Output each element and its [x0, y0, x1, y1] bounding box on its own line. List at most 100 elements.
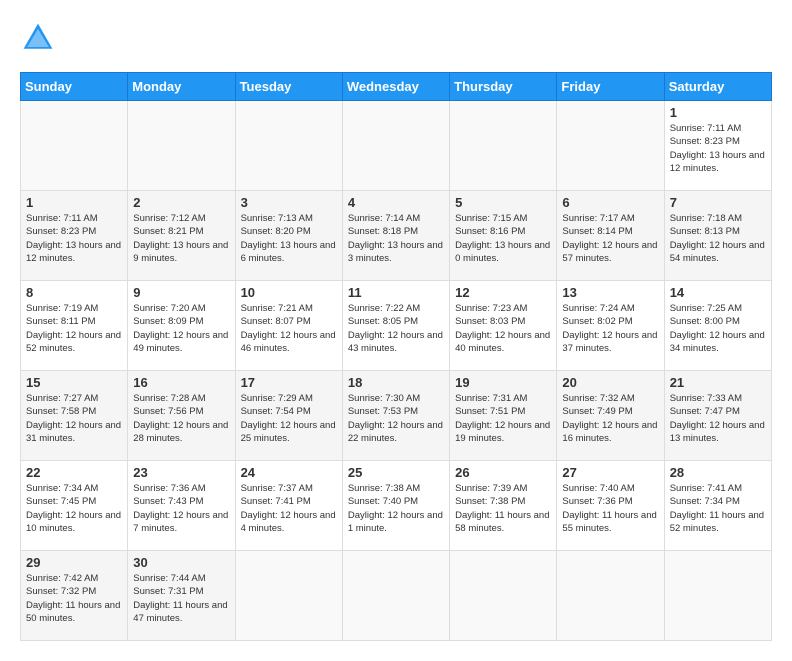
col-saturday: Saturday — [664, 73, 771, 101]
sunset: Sunset: 7:49 PM — [562, 406, 632, 417]
daylight: Daylight: 13 hours and 9 minutes. — [133, 240, 228, 264]
logo — [20, 20, 62, 56]
day-info: Sunrise: 7:23 AM Sunset: 8:03 PM Dayligh… — [455, 302, 551, 355]
calendar-cell: 10 Sunrise: 7:21 AM Sunset: 8:07 PM Dayl… — [235, 281, 342, 371]
logo-icon — [20, 20, 56, 56]
sunrise: Sunrise: 7:41 AM — [670, 483, 742, 494]
day-info: Sunrise: 7:28 AM Sunset: 7:56 PM Dayligh… — [133, 392, 229, 445]
day-number: 28 — [670, 465, 766, 480]
day-number: 25 — [348, 465, 444, 480]
day-info: Sunrise: 7:42 AM Sunset: 7:32 PM Dayligh… — [26, 572, 122, 625]
day-number: 20 — [562, 375, 658, 390]
calendar-cell: 11 Sunrise: 7:22 AM Sunset: 8:05 PM Dayl… — [342, 281, 449, 371]
sunrise: Sunrise: 7:22 AM — [348, 303, 420, 314]
daylight: Daylight: 12 hours and 4 minutes. — [241, 510, 336, 534]
sunset: Sunset: 7:54 PM — [241, 406, 311, 417]
day-number: 4 — [348, 195, 444, 210]
sunrise: Sunrise: 7:36 AM — [133, 483, 205, 494]
day-number: 7 — [670, 195, 766, 210]
week-row: 1 Sunrise: 7:11 AM Sunset: 8:23 PM Dayli… — [21, 101, 772, 191]
day-info: Sunrise: 7:11 AM Sunset: 8:23 PM Dayligh… — [26, 212, 122, 265]
daylight: Daylight: 12 hours and 19 minutes. — [455, 420, 550, 444]
daylight: Daylight: 12 hours and 54 minutes. — [670, 240, 765, 264]
calendar-cell: 19 Sunrise: 7:31 AM Sunset: 7:51 PM Dayl… — [450, 371, 557, 461]
calendar-cell: 22 Sunrise: 7:34 AM Sunset: 7:45 PM Dayl… — [21, 461, 128, 551]
calendar-cell: 1 Sunrise: 7:11 AM Sunset: 8:23 PM Dayli… — [21, 191, 128, 281]
sunrise: Sunrise: 7:20 AM — [133, 303, 205, 314]
calendar-cell: 4 Sunrise: 7:14 AM Sunset: 8:18 PM Dayli… — [342, 191, 449, 281]
calendar-cell: 26 Sunrise: 7:39 AM Sunset: 7:38 PM Dayl… — [450, 461, 557, 551]
daylight: Daylight: 12 hours and 31 minutes. — [26, 420, 121, 444]
calendar-cell: 16 Sunrise: 7:28 AM Sunset: 7:56 PM Dayl… — [128, 371, 235, 461]
calendar-cell: 13 Sunrise: 7:24 AM Sunset: 8:02 PM Dayl… — [557, 281, 664, 371]
calendar-cell: 21 Sunrise: 7:33 AM Sunset: 7:47 PM Dayl… — [664, 371, 771, 461]
col-friday: Friday — [557, 73, 664, 101]
sunset: Sunset: 8:11 PM — [26, 316, 96, 327]
sunset: Sunset: 8:23 PM — [670, 136, 740, 147]
day-info: Sunrise: 7:39 AM Sunset: 7:38 PM Dayligh… — [455, 482, 551, 535]
day-number: 21 — [670, 375, 766, 390]
day-info: Sunrise: 7:14 AM Sunset: 8:18 PM Dayligh… — [348, 212, 444, 265]
week-row: 15 Sunrise: 7:27 AM Sunset: 7:58 PM Dayl… — [21, 371, 772, 461]
calendar-cell — [342, 551, 449, 641]
day-info: Sunrise: 7:17 AM Sunset: 8:14 PM Dayligh… — [562, 212, 658, 265]
calendar-cell: 23 Sunrise: 7:36 AM Sunset: 7:43 PM Dayl… — [128, 461, 235, 551]
sunset: Sunset: 8:02 PM — [562, 316, 632, 327]
sunrise: Sunrise: 7:30 AM — [348, 393, 420, 404]
day-number: 5 — [455, 195, 551, 210]
day-info: Sunrise: 7:40 AM Sunset: 7:36 PM Dayligh… — [562, 482, 658, 535]
sunrise: Sunrise: 7:15 AM — [455, 213, 527, 224]
daylight: Daylight: 12 hours and 22 minutes. — [348, 420, 443, 444]
day-number: 29 — [26, 555, 122, 570]
day-number: 12 — [455, 285, 551, 300]
day-number: 3 — [241, 195, 337, 210]
sunset: Sunset: 7:31 PM — [133, 586, 203, 597]
daylight: Daylight: 12 hours and 25 minutes. — [241, 420, 336, 444]
day-info: Sunrise: 7:19 AM Sunset: 8:11 PM Dayligh… — [26, 302, 122, 355]
daylight: Daylight: 13 hours and 12 minutes. — [26, 240, 121, 264]
daylight: Daylight: 12 hours and 13 minutes. — [670, 420, 765, 444]
sunset: Sunset: 8:13 PM — [670, 226, 740, 237]
calendar-cell: 28 Sunrise: 7:41 AM Sunset: 7:34 PM Dayl… — [664, 461, 771, 551]
calendar-cell: 24 Sunrise: 7:37 AM Sunset: 7:41 PM Dayl… — [235, 461, 342, 551]
daylight: Daylight: 12 hours and 37 minutes. — [562, 330, 657, 354]
day-number: 22 — [26, 465, 122, 480]
calendar-cell: 18 Sunrise: 7:30 AM Sunset: 7:53 PM Dayl… — [342, 371, 449, 461]
day-info: Sunrise: 7:38 AM Sunset: 7:40 PM Dayligh… — [348, 482, 444, 535]
sunset: Sunset: 8:20 PM — [241, 226, 311, 237]
daylight: Daylight: 12 hours and 10 minutes. — [26, 510, 121, 534]
sunrise: Sunrise: 7:44 AM — [133, 573, 205, 584]
col-thursday: Thursday — [450, 73, 557, 101]
day-info: Sunrise: 7:32 AM Sunset: 7:49 PM Dayligh… — [562, 392, 658, 445]
day-number: 1 — [26, 195, 122, 210]
sunset: Sunset: 8:05 PM — [348, 316, 418, 327]
sunrise: Sunrise: 7:18 AM — [670, 213, 742, 224]
sunset: Sunset: 7:51 PM — [455, 406, 525, 417]
daylight: Daylight: 13 hours and 0 minutes. — [455, 240, 550, 264]
sunset: Sunset: 7:40 PM — [348, 496, 418, 507]
day-number: 2 — [133, 195, 229, 210]
calendar-cell — [342, 101, 449, 191]
sunrise: Sunrise: 7:11 AM — [26, 213, 98, 224]
col-wednesday: Wednesday — [342, 73, 449, 101]
calendar-cell: 9 Sunrise: 7:20 AM Sunset: 8:09 PM Dayli… — [128, 281, 235, 371]
calendar-cell: 1 Sunrise: 7:11 AM Sunset: 8:23 PM Dayli… — [664, 101, 771, 191]
day-info: Sunrise: 7:37 AM Sunset: 7:41 PM Dayligh… — [241, 482, 337, 535]
day-number: 11 — [348, 285, 444, 300]
header-row: Sunday Monday Tuesday Wednesday Thursday… — [21, 73, 772, 101]
calendar-cell: 29 Sunrise: 7:42 AM Sunset: 7:32 PM Dayl… — [21, 551, 128, 641]
day-info: Sunrise: 7:34 AM Sunset: 7:45 PM Dayligh… — [26, 482, 122, 535]
calendar-cell: 14 Sunrise: 7:25 AM Sunset: 8:00 PM Dayl… — [664, 281, 771, 371]
sunrise: Sunrise: 7:29 AM — [241, 393, 313, 404]
daylight: Daylight: 13 hours and 6 minutes. — [241, 240, 336, 264]
sunrise: Sunrise: 7:34 AM — [26, 483, 98, 494]
calendar-cell — [21, 101, 128, 191]
sunset: Sunset: 8:07 PM — [241, 316, 311, 327]
daylight: Daylight: 11 hours and 52 minutes. — [670, 510, 764, 534]
day-info: Sunrise: 7:27 AM Sunset: 7:58 PM Dayligh… — [26, 392, 122, 445]
sunset: Sunset: 7:34 PM — [670, 496, 740, 507]
calendar-cell: 7 Sunrise: 7:18 AM Sunset: 8:13 PM Dayli… — [664, 191, 771, 281]
day-number: 30 — [133, 555, 229, 570]
daylight: Daylight: 12 hours and 28 minutes. — [133, 420, 228, 444]
sunrise: Sunrise: 7:27 AM — [26, 393, 98, 404]
